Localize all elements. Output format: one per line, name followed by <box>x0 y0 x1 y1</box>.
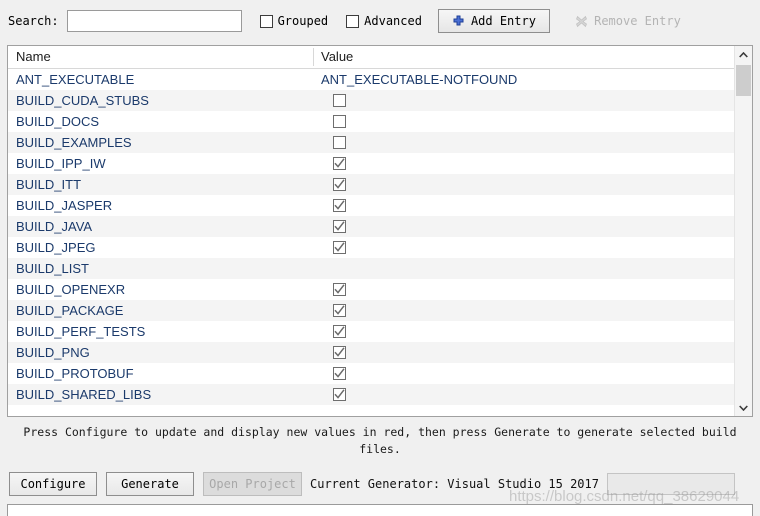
cell-checkbox-checked[interactable] <box>333 241 346 254</box>
current-generator-label: Current Generator: Visual Studio 15 2017 <box>310 477 599 491</box>
x-icon <box>575 15 588 28</box>
table-row[interactable]: BUILD_PACKAGE <box>8 300 752 321</box>
add-entry-label: Add Entry <box>470 14 536 28</box>
cell-variable-name: BUILD_IPP_IW <box>16 156 106 171</box>
cell-checkbox-unchecked[interactable] <box>333 136 346 149</box>
checkmark-icon <box>334 242 345 252</box>
grouped-checkbox[interactable]: Grouped <box>259 14 329 28</box>
checkmark-icon <box>334 347 345 357</box>
top-toolbar: Search: Grouped Advanced Add Entry Remov… <box>0 0 760 42</box>
table-row[interactable]: BUILD_ITT <box>8 174 752 195</box>
column-header-name[interactable]: Name <box>16 49 51 64</box>
cell-variable-name: BUILD_SHARED_LIBS <box>16 387 152 402</box>
column-divider[interactable] <box>313 48 314 66</box>
output-log-area[interactable] <box>7 504 753 516</box>
column-header-value[interactable]: Value <box>321 49 353 64</box>
cmake-gui-window: Search: Grouped Advanced Add Entry Remov… <box>0 0 760 516</box>
cell-variable-name: BUILD_JASPER <box>16 198 113 213</box>
cell-variable-value: ANT_EXECUTABLE-NOTFOUND <box>321 72 518 87</box>
table-row[interactable]: BUILD_SHARED_LIBS <box>8 384 752 405</box>
cell-variable-name: BUILD_JPEG <box>16 240 96 255</box>
cell-variable-name: BUILD_CUDA_STUBS <box>16 93 149 108</box>
table-row[interactable]: BUILD_JPEG <box>8 237 752 258</box>
cell-variable-name: BUILD_LIST <box>16 261 89 276</box>
cell-checkbox-checked[interactable] <box>333 199 346 212</box>
open-project-button[interactable]: Open Project <box>203 472 302 496</box>
cell-checkbox-checked[interactable] <box>333 367 346 380</box>
cell-variable-name: BUILD_JAVA <box>16 219 93 234</box>
scroll-up-button[interactable] <box>735 46 752 63</box>
plus-icon <box>452 15 465 28</box>
cell-checkbox-checked[interactable] <box>333 325 346 338</box>
cell-variable-name: BUILD_PROTOBUF <box>16 366 134 381</box>
cell-variable-name: BUILD_DOCS <box>16 114 100 129</box>
table-scrollbar[interactable] <box>734 46 752 416</box>
search-label: Search: <box>8 14 59 28</box>
cell-variable-name: BUILD_EXAMPLES <box>16 135 132 150</box>
cell-variable-name: ANT_EXECUTABLE <box>16 72 135 87</box>
chevron-down-icon <box>739 404 748 411</box>
cell-checkbox-checked[interactable] <box>333 304 346 317</box>
table-row[interactable]: BUILD_DOCS <box>8 111 752 132</box>
checkmark-icon <box>334 158 345 168</box>
remove-entry-label: Remove Entry <box>594 14 681 28</box>
checkmark-icon <box>334 305 345 315</box>
cell-checkbox-unchecked[interactable] <box>333 115 346 128</box>
checkmark-icon <box>334 326 345 336</box>
bottom-button-bar: Configure Generate Open Project Current … <box>0 470 760 498</box>
cell-checkbox-unchecked[interactable] <box>333 94 346 107</box>
configure-button[interactable]: Configure <box>9 472 97 496</box>
cell-checkbox-checked[interactable] <box>333 283 346 296</box>
advanced-checkbox-box[interactable] <box>346 14 360 28</box>
table-row[interactable]: BUILD_CUDA_STUBS <box>8 90 752 111</box>
table-row[interactable]: ANT_EXECUTABLE ANT_EXECUTABLE-NOTFOUND <box>8 69 752 90</box>
table-row[interactable]: BUILD_PNG <box>8 342 752 363</box>
cell-checkbox-checked[interactable] <box>333 157 346 170</box>
add-entry-button[interactable]: Add Entry <box>437 9 550 33</box>
remove-entry-button[interactable]: Remove Entry <box>557 9 698 33</box>
table-row[interactable]: BUILD_LIST <box>8 258 752 279</box>
table-row[interactable]: BUILD_PROTOBUF <box>8 363 752 384</box>
cell-variable-name: BUILD_PACKAGE <box>16 303 124 318</box>
cell-checkbox-checked[interactable] <box>333 346 346 359</box>
generate-button-label: Generate <box>121 477 179 491</box>
table-row[interactable]: BUILD_OPENEXR <box>8 279 752 300</box>
cache-variables-table: Name Value ANT_EXECUTABLE ANT_EXECUTABLE-… <box>7 45 753 417</box>
configure-button-label: Configure <box>20 477 86 491</box>
search-input[interactable] <box>66 10 242 32</box>
generator-field[interactable] <box>606 473 735 495</box>
open-project-button-label: Open Project <box>209 477 296 491</box>
advanced-checkbox-label: Advanced <box>364 14 422 28</box>
cell-checkbox-checked[interactable] <box>333 220 346 233</box>
cell-checkbox-checked[interactable] <box>333 388 346 401</box>
grouped-checkbox-box[interactable] <box>259 14 273 28</box>
checkmark-icon <box>334 200 345 210</box>
checkmark-icon <box>334 221 345 231</box>
advanced-checkbox[interactable]: Advanced <box>346 14 422 28</box>
checkmark-icon <box>334 284 345 294</box>
table-header-row: Name Value <box>8 46 752 69</box>
table-body: ANT_EXECUTABLE ANT_EXECUTABLE-NOTFOUND BUI… <box>8 69 752 405</box>
scrollbar-thumb[interactable] <box>736 65 751 96</box>
cell-variable-name: BUILD_ITT <box>16 177 82 192</box>
generate-button[interactable]: Generate <box>106 472 194 496</box>
status-message: Press Configure to update and display ne… <box>23 425 737 456</box>
cell-variable-name: BUILD_PNG <box>16 345 90 360</box>
cell-checkbox-checked[interactable] <box>333 178 346 191</box>
table-row[interactable]: BUILD_PERF_TESTS <box>8 321 752 342</box>
scroll-down-button[interactable] <box>735 399 752 416</box>
checkmark-icon <box>334 389 345 399</box>
checkmark-icon <box>334 368 345 378</box>
table-row[interactable]: BUILD_IPP_IW <box>8 153 752 174</box>
cell-variable-name: BUILD_PERF_TESTS <box>16 324 146 339</box>
table-row[interactable]: BUILD_JAVA <box>8 216 752 237</box>
cell-variable-name: BUILD_OPENEXR <box>16 282 126 297</box>
chevron-up-icon <box>739 51 748 58</box>
checkmark-icon <box>334 179 345 189</box>
grouped-checkbox-label: Grouped <box>277 14 329 28</box>
table-row[interactable]: BUILD_JASPER <box>8 195 752 216</box>
table-row[interactable]: BUILD_EXAMPLES <box>8 132 752 153</box>
